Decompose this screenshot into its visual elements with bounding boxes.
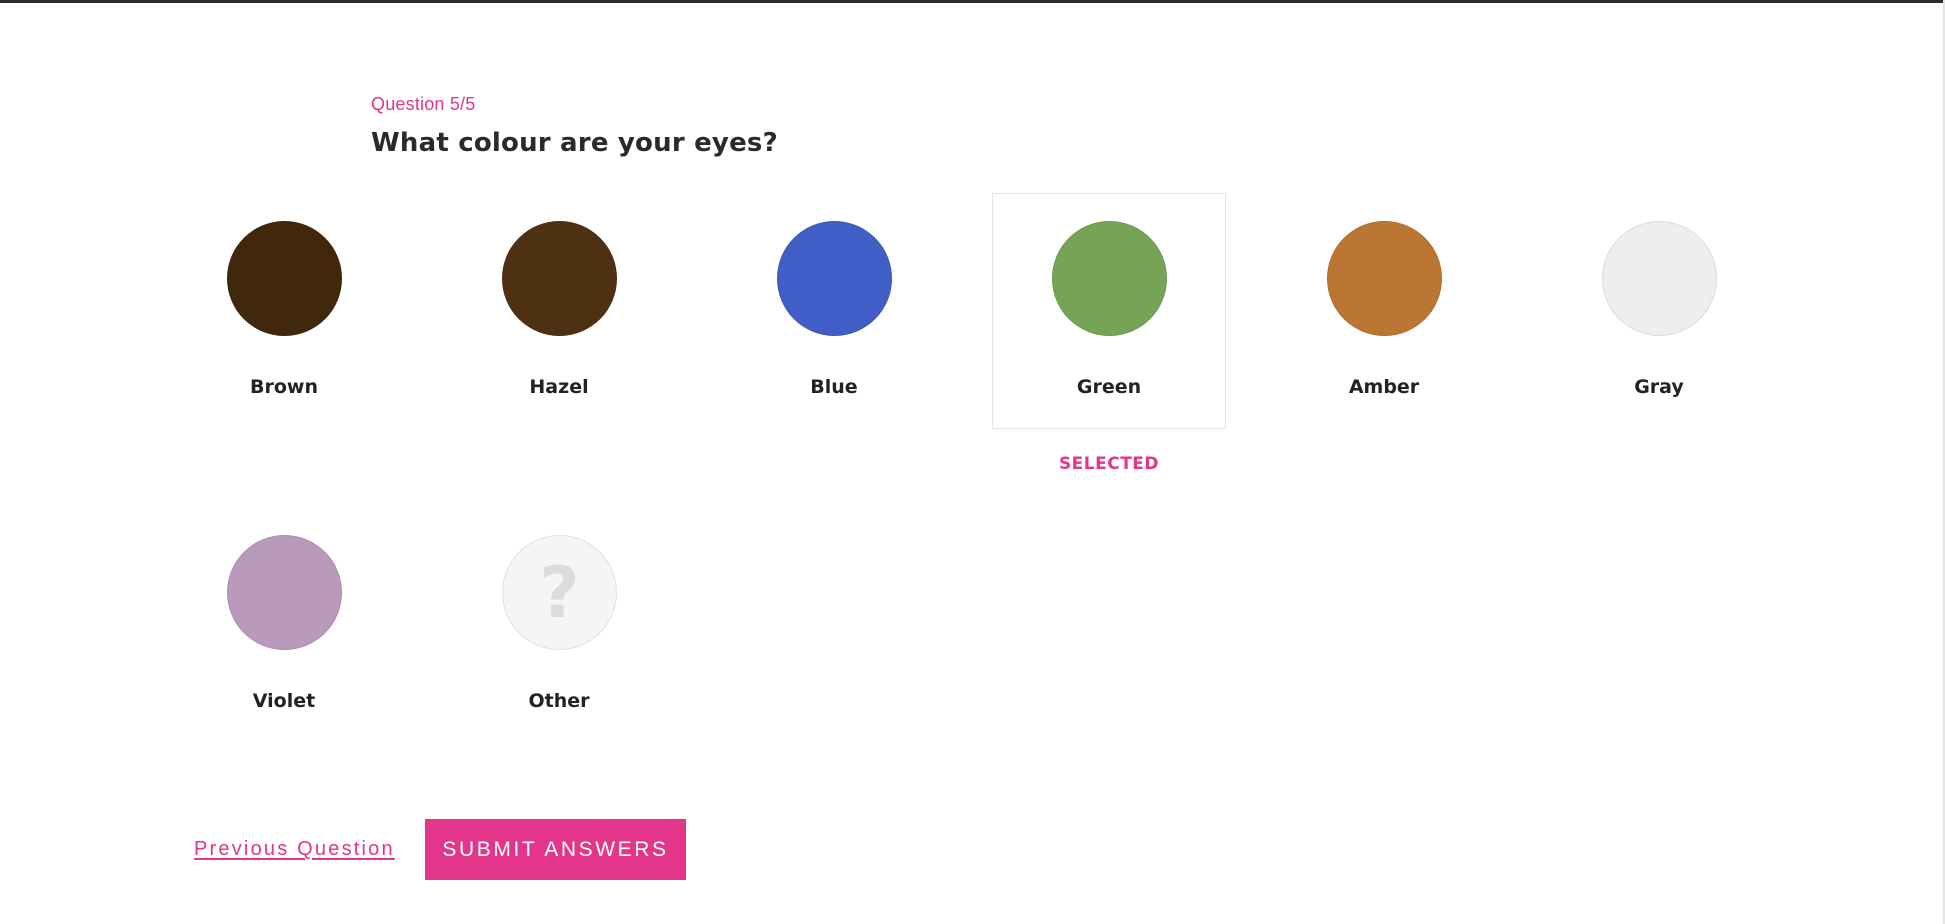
swatch-gray xyxy=(1602,221,1717,336)
top-border xyxy=(0,0,1945,3)
option-green[interactable]: Green xyxy=(992,193,1226,429)
swatch-brown xyxy=(227,221,342,336)
option-label: Blue xyxy=(810,376,858,398)
swatch-violet xyxy=(227,535,342,650)
swatch-blue xyxy=(777,221,892,336)
option-blue[interactable]: Blue xyxy=(717,193,951,429)
question-title: What colour are your eyes? xyxy=(371,128,778,158)
option-hazel[interactable]: Hazel xyxy=(442,193,676,429)
option-gray[interactable]: Gray xyxy=(1542,193,1776,429)
question-mark-icon: ? xyxy=(539,551,580,634)
option-label: Green xyxy=(1076,376,1142,398)
swatch-hazel xyxy=(502,221,617,336)
option-violet[interactable]: Violet xyxy=(167,507,401,743)
option-label: Brown xyxy=(250,376,318,398)
swatch-green xyxy=(1052,221,1167,336)
swatch-amber xyxy=(1327,221,1442,336)
option-other[interactable]: ? Other xyxy=(442,507,676,743)
submit-answers-button[interactable]: SUBMIT ANSWERS xyxy=(425,819,686,880)
option-label: Amber xyxy=(1348,376,1420,398)
question-counter: Question 5/5 xyxy=(371,94,476,114)
option-label: Hazel xyxy=(529,376,589,398)
option-label: Gray xyxy=(1634,376,1684,398)
selected-badge: SELECTED xyxy=(1058,454,1160,474)
option-amber[interactable]: Amber xyxy=(1267,193,1501,429)
option-label: Other xyxy=(528,690,590,712)
swatch-other: ? xyxy=(502,535,617,650)
option-brown[interactable]: Brown xyxy=(167,193,401,429)
option-label: Violet xyxy=(252,690,316,712)
previous-question-link[interactable]: Previous Question xyxy=(194,838,395,861)
